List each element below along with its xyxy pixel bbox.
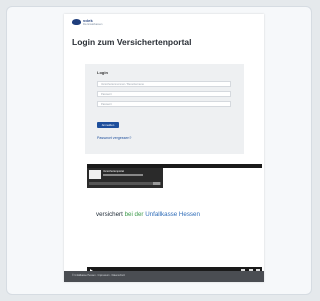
footer-text: © Unfallkasse Hessen · Impressum · Daten… xyxy=(72,274,125,277)
video-slogan: versichert bei der Unfallkasse Hessen xyxy=(96,211,200,218)
video-overlay-line xyxy=(103,174,143,176)
slogan-part-1: versichert xyxy=(96,211,123,218)
video-overlay-title: Versichertenportal xyxy=(103,170,124,173)
video-thumbnail xyxy=(89,170,101,179)
forgot-password-link[interactable]: Passwort vergessen? xyxy=(97,136,131,140)
screenshot-card: vdek Die Ersatzkassen Login zum Versiche… xyxy=(6,6,312,295)
page-footer: © Unfallkasse Hessen · Impressum · Daten… xyxy=(64,271,264,282)
logo-mark-icon xyxy=(72,19,81,25)
slogan-part-3: Unfallkasse Hessen xyxy=(145,211,200,218)
login-button[interactable]: Anmelden xyxy=(97,122,119,128)
video-overlay-button[interactable] xyxy=(153,182,160,185)
login-heading: Login xyxy=(97,70,108,75)
logo[interactable]: vdek Die Ersatzkassen xyxy=(72,18,112,30)
slogan-part-2: bei der xyxy=(124,211,144,218)
video-player[interactable]: Versichertenportal versichert bei der Un… xyxy=(87,164,262,275)
username-field[interactable]: Versichertennummer / Benutzername xyxy=(97,81,231,87)
video-overlay-bar xyxy=(89,182,161,185)
video-info-overlay: Versichertenportal xyxy=(87,168,163,188)
logo-subtitle: Die Ersatzkassen xyxy=(83,23,103,26)
password-confirm-field[interactable]: Passwort xyxy=(97,101,231,107)
password-field[interactable]: Passwort xyxy=(97,91,231,97)
portal-page: vdek Die Ersatzkassen Login zum Versiche… xyxy=(64,14,264,282)
login-form: Login Versichertennummer / Benutzername … xyxy=(85,64,244,154)
page-title: Login zum Versichertenportal xyxy=(72,37,192,47)
